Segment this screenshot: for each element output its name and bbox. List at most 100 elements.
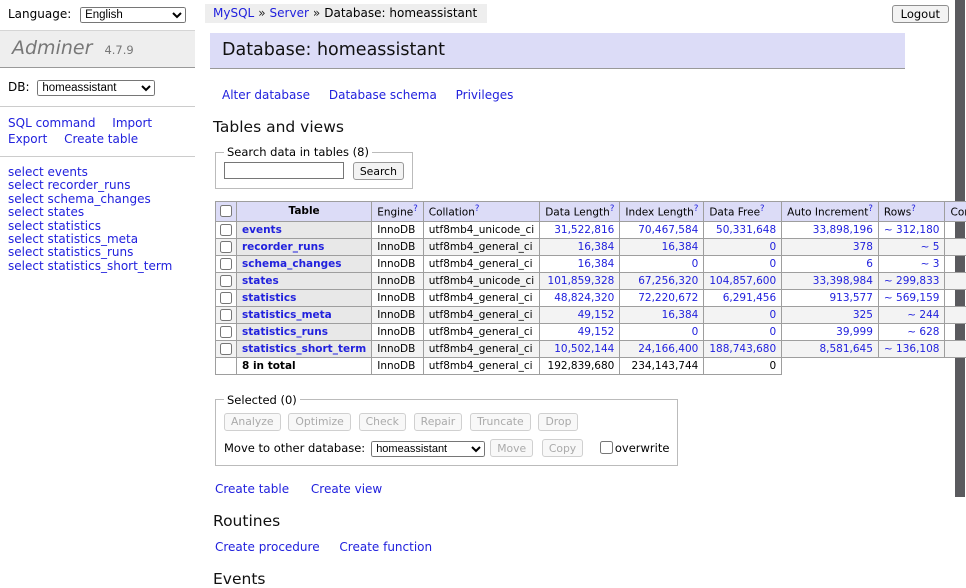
- data-free-link[interactable]: 0: [769, 258, 776, 270]
- selected-action-button[interactable]: Truncate: [470, 413, 531, 431]
- select-table-link[interactable]: select statistics_runs: [8, 245, 133, 259]
- data-length-link[interactable]: 49,152: [578, 326, 615, 338]
- create-routine-link[interactable]: Create procedure: [215, 540, 320, 554]
- row-checkbox[interactable]: [220, 309, 232, 321]
- data-free-link[interactable]: 0: [769, 309, 776, 321]
- auto-increment-link[interactable]: 378: [853, 241, 873, 253]
- help-link[interactable]: ?: [911, 204, 916, 214]
- rows-count-link[interactable]: ~ 569,159: [884, 292, 940, 304]
- table-name-link[interactable]: statistics: [242, 292, 296, 304]
- auto-increment-link[interactable]: 33,898,196: [813, 224, 873, 236]
- auto-increment-link[interactable]: 8,581,645: [819, 343, 872, 355]
- selected-action-button[interactable]: Analyze: [224, 413, 281, 431]
- data-length-link[interactable]: 10,502,144: [554, 343, 614, 355]
- index-length-link[interactable]: 72,220,672: [638, 292, 698, 304]
- table-name-link[interactable]: statistics_runs: [242, 326, 328, 338]
- auto-increment-link[interactable]: 913,577: [830, 292, 873, 304]
- index-length-link[interactable]: 16,384: [662, 241, 699, 253]
- table-name-link[interactable]: statistics_short_term: [242, 343, 366, 355]
- data-free-link[interactable]: 0: [769, 326, 776, 338]
- help-link[interactable]: ?: [868, 204, 873, 214]
- select-all-checkbox[interactable]: [220, 205, 232, 217]
- select-table-link[interactable]: select statistics_meta: [8, 232, 138, 246]
- row-checkbox[interactable]: [220, 258, 232, 270]
- sidebar-action-link[interactable]: Import: [112, 116, 152, 130]
- index-length-link[interactable]: 16,384: [662, 309, 699, 321]
- index-length-link[interactable]: 67,256,320: [638, 275, 698, 287]
- row-checkbox[interactable]: [220, 241, 232, 253]
- move-database-select[interactable]: homeassistant: [371, 441, 485, 457]
- data-length-link[interactable]: 48,824,320: [554, 292, 614, 304]
- auto-increment-link[interactable]: 33,398,984: [813, 275, 873, 287]
- selected-action-button[interactable]: Repair: [414, 413, 463, 431]
- search-button[interactable]: Search: [353, 162, 404, 180]
- create-routine-link[interactable]: Create function: [339, 540, 432, 554]
- data-free-link[interactable]: 104,857,600: [709, 275, 776, 287]
- table-name-link[interactable]: states: [242, 275, 279, 287]
- help-link[interactable]: ?: [694, 204, 699, 214]
- select-table-link[interactable]: select states: [8, 205, 84, 219]
- select-table-link[interactable]: select schema_changes: [8, 192, 151, 206]
- rows-count-link[interactable]: ~ 3: [921, 258, 940, 270]
- row-checkbox[interactable]: [220, 326, 232, 338]
- sidebar-action-link[interactable]: SQL command: [8, 116, 95, 130]
- table-name-link[interactable]: recorder_runs: [242, 241, 324, 253]
- table-name-link[interactable]: schema_changes: [242, 258, 342, 270]
- select-table-link[interactable]: select recorder_runs: [8, 178, 131, 192]
- auto-increment-link[interactable]: 39,999: [836, 326, 873, 338]
- row-checkbox[interactable]: [220, 275, 232, 287]
- database-action-link[interactable]: Database schema: [329, 88, 437, 102]
- select-table-link[interactable]: select statistics: [8, 219, 101, 233]
- select-table-link[interactable]: select statistics_short_term: [8, 259, 172, 273]
- row-checkbox[interactable]: [220, 292, 232, 304]
- sidebar-action-link[interactable]: Export: [8, 132, 47, 146]
- data-length-link[interactable]: 49,152: [578, 309, 615, 321]
- data-length-link[interactable]: 31,522,816: [554, 224, 614, 236]
- create-object-link[interactable]: Create view: [311, 482, 382, 496]
- rows-count-link[interactable]: ~ 5: [921, 241, 940, 253]
- select-table-link[interactable]: select events: [8, 165, 88, 179]
- data-length-link[interactable]: 16,384: [578, 258, 615, 270]
- sidebar-table-link-item: select recorder_runs: [8, 179, 187, 192]
- selected-action-button[interactable]: Optimize: [288, 413, 350, 431]
- data-length-link[interactable]: 16,384: [578, 241, 615, 253]
- database-action-link[interactable]: Alter database: [222, 88, 310, 102]
- breadcrumb-server-link[interactable]: Server: [270, 6, 309, 20]
- db-select[interactable]: homeassistant: [37, 80, 155, 96]
- help-link[interactable]: ?: [760, 204, 765, 214]
- create-object-link[interactable]: Create table: [215, 482, 289, 496]
- row-checkbox[interactable]: [220, 343, 232, 355]
- rows-count-link[interactable]: ~ 244: [907, 309, 939, 321]
- language-select[interactable]: English: [80, 7, 186, 23]
- index-length-link[interactable]: 70,467,584: [638, 224, 698, 236]
- rows-count-link[interactable]: ~ 299,833: [884, 275, 940, 287]
- database-action-link[interactable]: Privileges: [456, 88, 514, 102]
- help-link[interactable]: ?: [475, 204, 480, 214]
- table-name-link[interactable]: events: [242, 224, 282, 236]
- data-free-link[interactable]: 6,291,456: [723, 292, 776, 304]
- row-checkbox[interactable]: [220, 224, 232, 236]
- selected-action-button[interactable]: Drop: [538, 413, 578, 431]
- overwrite-checkbox[interactable]: [600, 441, 613, 454]
- auto-increment-link[interactable]: 325: [853, 309, 873, 321]
- table-name-link[interactable]: statistics_meta: [242, 309, 332, 321]
- data-free-link[interactable]: 188,743,680: [709, 343, 776, 355]
- move-copy-button[interactable]: Move: [490, 439, 533, 457]
- data-free-link[interactable]: 50,331,648: [716, 224, 776, 236]
- selected-action-button[interactable]: Check: [359, 413, 406, 431]
- move-copy-button[interactable]: Copy: [542, 439, 583, 457]
- help-link[interactable]: ?: [610, 204, 615, 214]
- rows-count-link[interactable]: ~ 628: [907, 326, 939, 338]
- data-length-link[interactable]: 101,859,328: [548, 275, 615, 287]
- index-length-link[interactable]: 0: [692, 258, 699, 270]
- data-free-link[interactable]: 0: [769, 241, 776, 253]
- index-length-link[interactable]: 0: [692, 326, 699, 338]
- rows-count-link[interactable]: ~ 312,180: [884, 224, 940, 236]
- help-link[interactable]: ?: [413, 204, 418, 214]
- sidebar-action-link[interactable]: Create table: [64, 132, 138, 146]
- rows-count-link[interactable]: ~ 136,108: [884, 343, 940, 355]
- index-length-link[interactable]: 24,166,400: [638, 343, 698, 355]
- search-input[interactable]: [224, 162, 344, 179]
- breadcrumb-mysql-link[interactable]: MySQL: [213, 6, 254, 20]
- auto-increment-link[interactable]: 6: [866, 258, 873, 270]
